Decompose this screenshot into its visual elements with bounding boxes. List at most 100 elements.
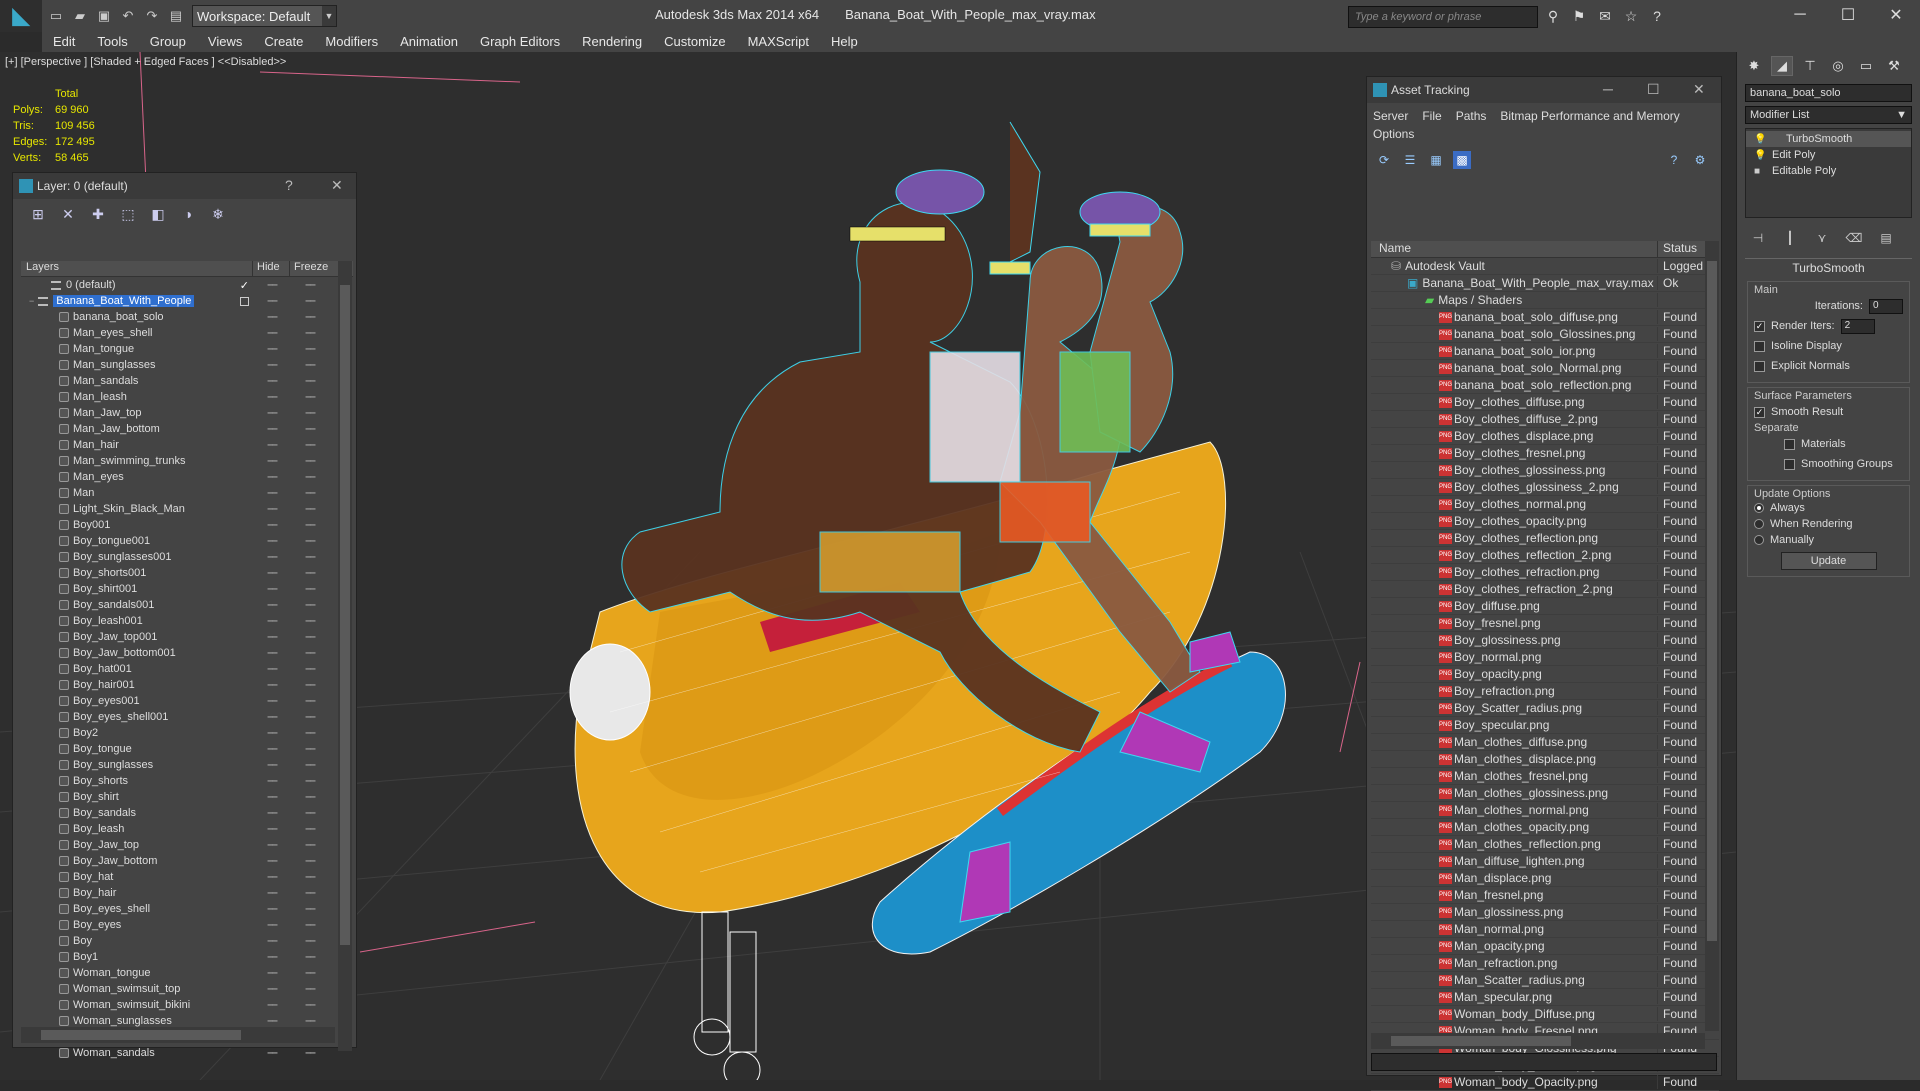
hide-toggle[interactable]: ━━ xyxy=(253,552,291,563)
map-row[interactable]: PNG Boy_clothes_reflection.png Found xyxy=(1371,530,1719,547)
object-row[interactable]: Boy_tongue ━━ ━━ xyxy=(21,741,353,757)
object-row[interactable]: Man_eyes_shell ━━ ━━ xyxy=(21,325,353,341)
object-row[interactable]: Boy_hat ━━ ━━ xyxy=(21,869,353,885)
hide-toggle[interactable]: ━━ xyxy=(253,776,291,787)
open-file-icon[interactable]: ▰ xyxy=(70,6,90,26)
hide-toggle[interactable]: ━━ xyxy=(253,504,291,515)
make-unique-icon[interactable]: ⋎ xyxy=(1813,230,1831,246)
object-row[interactable]: Boy_eyes ━━ ━━ xyxy=(21,917,353,933)
at-menu-file[interactable]: File xyxy=(1422,107,1441,125)
freeze-all-icon[interactable]: ❄ xyxy=(209,205,227,223)
hide-toggle[interactable]: ━━ xyxy=(253,584,291,595)
freeze-toggle[interactable]: ━━ xyxy=(291,936,329,947)
object-row[interactable]: Man_sandals ━━ ━━ xyxy=(21,373,353,389)
menu-item-create[interactable]: Create xyxy=(253,32,314,52)
map-row[interactable]: PNG Man_clothes_opacity.png Found xyxy=(1371,819,1719,836)
when-rendering-radio[interactable] xyxy=(1754,519,1764,529)
hide-toggle[interactable]: ━━ xyxy=(253,344,291,355)
settings-icon[interactable]: ⚙ xyxy=(1691,151,1709,169)
subscription-icon[interactable]: ⚑ xyxy=(1568,6,1590,26)
rollout-title[interactable]: TurboSmooth xyxy=(1745,261,1912,277)
close-icon[interactable]: ✕ xyxy=(1693,81,1705,98)
hide-toggle[interactable]: ━━ xyxy=(253,392,291,403)
freeze-toggle[interactable]: ━━ xyxy=(291,456,329,467)
map-row[interactable]: PNG banana_boat_solo_diffuse.png Found xyxy=(1371,309,1719,326)
favorites-icon[interactable]: ☆ xyxy=(1620,6,1642,26)
object-row[interactable]: Boy_sandals001 ━━ ━━ xyxy=(21,597,353,613)
motion-tab-icon[interactable]: ◎ xyxy=(1827,56,1849,76)
minimize-icon[interactable]: ─ xyxy=(1603,81,1613,97)
display-tab-icon[interactable]: ▭ xyxy=(1855,56,1877,76)
freeze-toggle[interactable]: ━━ xyxy=(291,744,329,755)
object-row[interactable]: Boy_shirt001 ━━ ━━ xyxy=(21,581,353,597)
hide-all-icon[interactable]: ◑ xyxy=(179,205,197,223)
object-row[interactable]: Woman_swimsuit_bikini ━━ ━━ xyxy=(21,997,353,1013)
hide-toggle[interactable]: ━━ xyxy=(253,408,291,419)
object-row[interactable]: Boy_tongue001 ━━ ━━ xyxy=(21,533,353,549)
communication-icon[interactable]: ✉ xyxy=(1594,6,1616,26)
explicit-normals-checkbox[interactable] xyxy=(1754,360,1765,372)
object-row[interactable]: Boy_eyes001 ━━ ━━ xyxy=(21,693,353,709)
freeze-toggle[interactable]: ━━ xyxy=(291,552,329,563)
hide-toggle[interactable]: ━━ xyxy=(253,632,291,643)
maximize-icon[interactable]: ☐ xyxy=(1824,0,1872,30)
map-row[interactable]: PNG Boy_normal.png Found xyxy=(1371,649,1719,666)
object-row[interactable]: Boy_hair001 ━━ ━━ xyxy=(21,677,353,693)
object-row[interactable]: Man_tongue ━━ ━━ xyxy=(21,341,353,357)
freeze-toggle[interactable]: ━━ xyxy=(291,376,329,387)
isoline-checkbox[interactable] xyxy=(1754,340,1765,352)
freeze-toggle[interactable]: ━━ xyxy=(291,952,329,963)
hide-toggle[interactable]: ━━ xyxy=(253,456,291,467)
hide-toggle[interactable]: ━━ xyxy=(253,312,291,323)
freeze-toggle[interactable]: ━━ xyxy=(291,568,329,579)
map-row[interactable]: PNG Man_normal.png Found xyxy=(1371,921,1719,938)
object-row[interactable]: Man ━━ ━━ xyxy=(21,485,353,501)
show-end-result-icon[interactable]: ┃ xyxy=(1781,230,1799,246)
freeze-toggle[interactable]: ━━ xyxy=(291,984,329,995)
object-row[interactable]: Man_leash ━━ ━━ xyxy=(21,389,353,405)
map-row[interactable]: PNG Man_displace.png Found xyxy=(1371,870,1719,887)
map-row[interactable]: PNG Boy_fresnel.png Found xyxy=(1371,615,1719,632)
freeze-toggle[interactable]: ━━ xyxy=(291,968,329,979)
map-row[interactable]: PNG Man_fresnel.png Found xyxy=(1371,887,1719,904)
pin-stack-icon[interactable]: ⊣ xyxy=(1749,230,1767,246)
hide-toggle[interactable]: ━━ xyxy=(253,984,291,995)
modify-tab-icon[interactable]: ◢ xyxy=(1771,56,1793,76)
freeze-toggle[interactable]: ━━ xyxy=(291,760,329,771)
map-row[interactable]: PNG Man_clothes_displace.png Found xyxy=(1371,751,1719,768)
freeze-toggle[interactable]: ━━ xyxy=(291,696,329,707)
asset-path-field[interactable] xyxy=(1371,1053,1717,1071)
iterations-spinner[interactable]: 0 xyxy=(1869,298,1903,314)
map-row[interactable]: PNG banana_boat_solo_ior.png Found xyxy=(1371,343,1719,360)
hide-toggle[interactable]: ━━ xyxy=(253,664,291,675)
object-row[interactable]: Boy_sandals ━━ ━━ xyxy=(21,805,353,821)
map-row[interactable]: PNG Man_diffuse_lighten.png Found xyxy=(1371,853,1719,870)
object-row[interactable]: Man_sunglasses ━━ ━━ xyxy=(21,357,353,373)
hide-toggle[interactable]: ━━ xyxy=(253,616,291,627)
render-iters-spinner[interactable]: 2 xyxy=(1840,318,1875,334)
layer-row[interactable]: 0 (default) ✓ ━━ ━━ xyxy=(21,277,353,293)
object-row[interactable]: Boy_leash001 ━━ ━━ xyxy=(21,613,353,629)
map-row[interactable]: PNG Woman_body_Opacity.png Found xyxy=(1371,1074,1719,1091)
maps-group-row[interactable]: ▰ Maps / Shaders xyxy=(1371,292,1719,309)
help-icon[interactable]: ? xyxy=(285,177,293,193)
add-to-layer-icon[interactable]: ✚ xyxy=(89,205,107,223)
map-row[interactable]: PNG Man_clothes_diffuse.png Found xyxy=(1371,734,1719,751)
current-layer-check-icon[interactable]: ✓ xyxy=(240,279,249,292)
map-row[interactable]: PNG Boy_clothes_refraction.png Found xyxy=(1371,564,1719,581)
freeze-toggle[interactable]: ━━ xyxy=(291,360,329,371)
object-row[interactable]: Man_Jaw_bottom ━━ ━━ xyxy=(21,421,353,437)
collapse-icon[interactable]: − xyxy=(29,296,34,306)
freeze-toggle[interactable]: ━━ xyxy=(291,728,329,739)
freeze-column-header[interactable]: Freeze xyxy=(290,261,330,276)
freeze-toggle[interactable]: ━━ xyxy=(291,424,329,435)
object-row[interactable]: Light_Skin_Black_Man ━━ ━━ xyxy=(21,501,353,517)
create-layer-icon[interactable]: ⊞ xyxy=(29,205,47,223)
freeze-toggle[interactable]: ━━ xyxy=(291,712,329,723)
hide-toggle[interactable]: ━━ xyxy=(253,1048,291,1059)
hide-toggle[interactable]: ━━ xyxy=(253,376,291,387)
stack-item[interactable]: 💡 TurboSmooth xyxy=(1746,131,1911,147)
object-row[interactable]: Boy001 ━━ ━━ xyxy=(21,517,353,533)
menu-item-maxscript[interactable]: MAXScript xyxy=(737,32,820,52)
object-row[interactable]: Man_swimming_trunks ━━ ━━ xyxy=(21,453,353,469)
